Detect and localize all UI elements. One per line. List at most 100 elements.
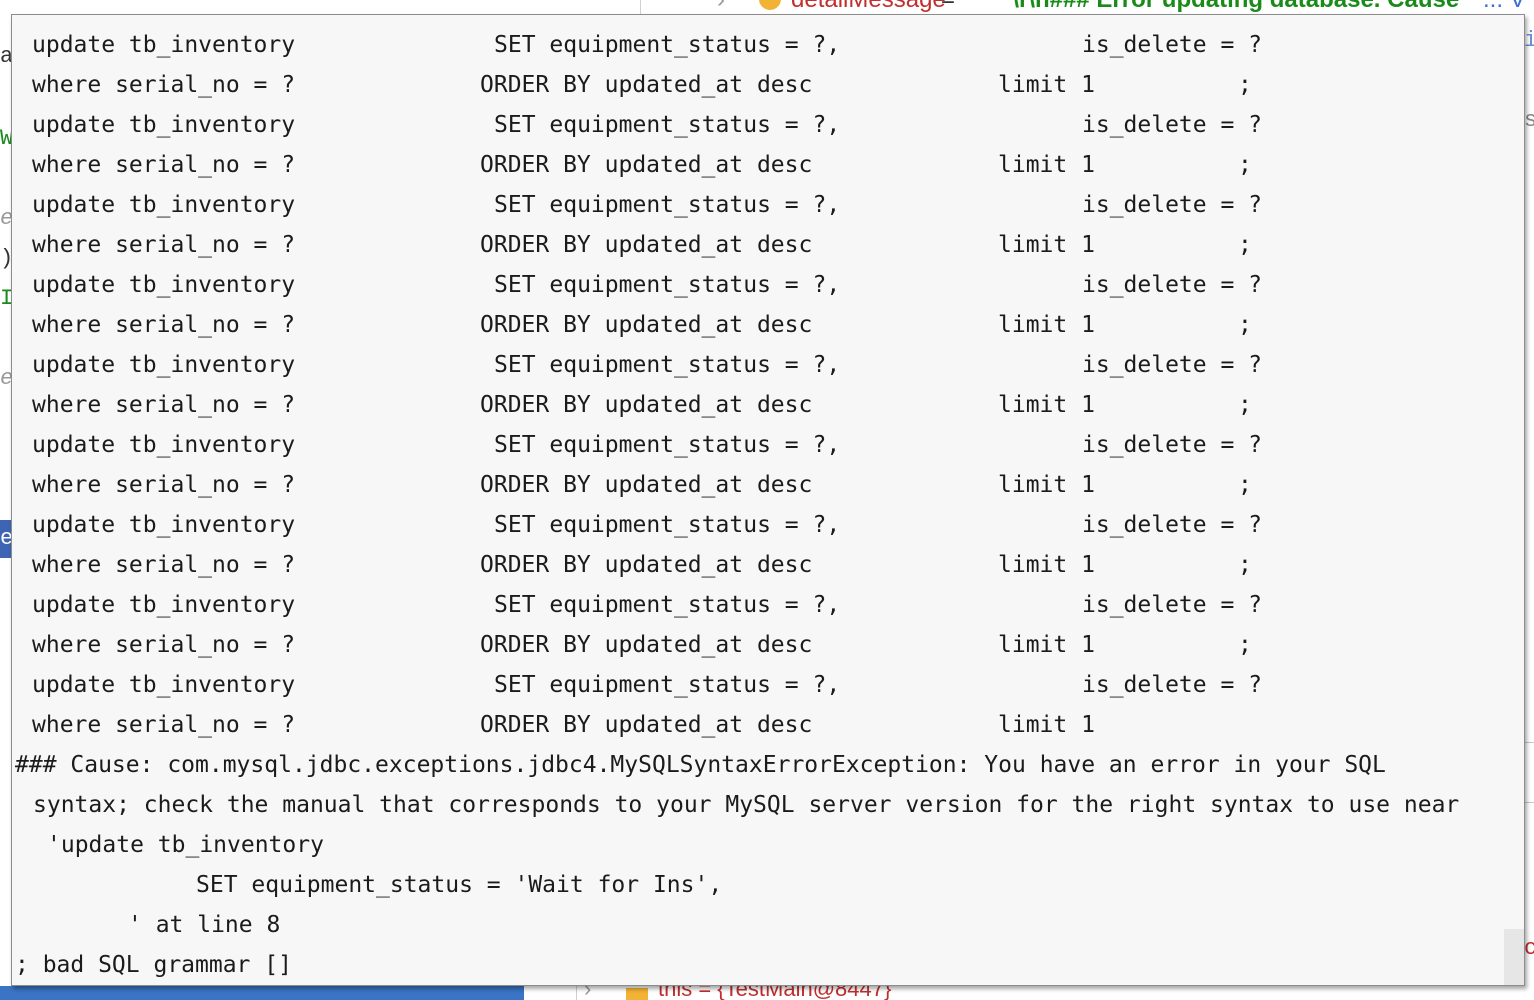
semicolon: ; [1238, 392, 1252, 418]
where-clause: where serial_no = ? [32, 632, 296, 658]
sql-update-line: update tb_inventory SET equipment_status … [12, 585, 1524, 625]
update-clause: update tb_inventory [32, 432, 296, 458]
variable-icon [626, 988, 648, 1000]
semicolon: ; [1238, 552, 1252, 578]
gutter-char: c [1524, 936, 1534, 961]
limit-clause: limit 1 [998, 392, 1095, 418]
panel-divider [1524, 742, 1534, 743]
semicolon: ; [1238, 312, 1252, 338]
cause-text: SET equipment_status = 'Wait for Ins', [196, 872, 723, 898]
cause-text: ### Cause: com.mysql.jdbc.exceptions.jdb… [15, 752, 1386, 778]
cause-line: syntax; check the manual that correspond… [12, 785, 1524, 825]
gutter-char: ie [1524, 28, 1534, 53]
sql-where-line: where serial_no = ? ORDER BY updated_at d… [12, 625, 1524, 665]
cause-text: syntax; check the manual that correspond… [33, 792, 1460, 818]
set-clause: SET equipment_status = ?, [494, 672, 841, 698]
expand-chevron-icon[interactable]: › [717, 0, 725, 12]
sql-where-line: where serial_no = ? ORDER BY updated_at d… [12, 305, 1524, 345]
variable-value: "\r\n### Error updating database. Cause [1001, 0, 1459, 12]
set-clause: SET equipment_status = ?, [494, 592, 841, 618]
update-clause: update tb_inventory [32, 672, 296, 698]
gutter-char: s [1524, 108, 1534, 133]
is-delete-clause: is_delete = ? [1082, 192, 1263, 218]
is-delete-clause: is_delete = ? [1082, 272, 1263, 298]
update-clause: update tb_inventory [32, 352, 296, 378]
where-clause: where serial_no = ? [32, 152, 296, 178]
is-delete-clause: is_delete = ? [1082, 32, 1263, 58]
expand-chevron-icon[interactable]: › [584, 986, 591, 1000]
is-delete-clause: is_delete = ? [1082, 352, 1263, 378]
sql-where-line: where serial_no = ? ORDER BY updated_at d… [12, 545, 1524, 585]
semicolon: ; [1238, 152, 1252, 178]
sql-update-line: update tb_inventory SET equipment_status … [12, 185, 1524, 225]
order-by-clause: ORDER BY updated_at desc [480, 552, 813, 578]
order-by-clause: ORDER BY updated_at desc [480, 472, 813, 498]
cause-text: ; bad SQL grammar [] [15, 952, 292, 978]
popup-scrollbar-thumb[interactable] [1504, 929, 1524, 985]
set-clause: SET equipment_status = ?, [494, 432, 841, 458]
semicolon: ; [1238, 632, 1252, 658]
limit-clause: limit 1 [998, 72, 1095, 98]
set-clause: SET equipment_status = ?, [494, 192, 841, 218]
variable-equals: = [941, 0, 955, 12]
sql-where-line: where serial_no = ? ORDER BY updated_at d… [12, 705, 1524, 745]
semicolon: ; [1238, 472, 1252, 498]
where-clause: where serial_no = ? [32, 312, 296, 338]
set-clause: SET equipment_status = ?, [494, 32, 841, 58]
limit-clause: limit 1 [998, 472, 1095, 498]
sql-where-line: where serial_no = ? ORDER BY updated_at d… [12, 225, 1524, 265]
order-by-clause: ORDER BY updated_at desc [480, 72, 813, 98]
set-clause: SET equipment_status = ?, [494, 272, 841, 298]
variable-this[interactable]: this = {TestMain@8447} [658, 986, 891, 1000]
limit-clause: limit 1 [998, 312, 1095, 338]
update-clause: update tb_inventory [32, 112, 296, 138]
set-clause: SET equipment_status = ?, [494, 112, 841, 138]
order-by-clause: ORDER BY updated_at desc [480, 632, 813, 658]
where-clause: where serial_no = ? [32, 712, 296, 738]
cause-line: ; bad SQL grammar [] [12, 945, 1524, 985]
panel-divider [1524, 802, 1534, 803]
cause-text: ' at line 8 [128, 912, 281, 938]
set-clause: SET equipment_status = ?, [494, 352, 841, 378]
cause-line: SET equipment_status = 'Wait for Ins', [12, 865, 1524, 905]
limit-clause: limit 1 [998, 632, 1095, 658]
cause-line: 'update tb_inventory [12, 825, 1524, 865]
cause-line: ### Cause: com.mysql.jdbc.exceptions.jdb… [12, 745, 1524, 785]
is-delete-clause: is_delete = ? [1082, 432, 1263, 458]
sql-where-line: where serial_no = ? ORDER BY updated_at d… [12, 145, 1524, 185]
editor-right-edge: ie s c [1524, 0, 1534, 1000]
selected-frame-highlight[interactable] [0, 986, 524, 1000]
limit-clause: limit 1 [998, 232, 1095, 258]
update-clause: update tb_inventory [32, 512, 296, 538]
order-by-clause: ORDER BY updated_at desc [480, 312, 813, 338]
cause-text: 'update tb_inventory [47, 832, 324, 858]
semicolon: ; [1238, 232, 1252, 258]
sql-where-line: where serial_no = ? ORDER BY updated_at d… [12, 465, 1524, 505]
is-delete-clause: is_delete = ? [1082, 112, 1263, 138]
order-by-clause: ORDER BY updated_at desc [480, 232, 813, 258]
panel-separator [576, 986, 577, 1000]
is-delete-clause: is_delete = ? [1082, 672, 1263, 698]
set-clause: SET equipment_status = ?, [494, 512, 841, 538]
is-delete-clause: is_delete = ? [1082, 592, 1263, 618]
sql-update-line: update tb_inventory SET equipment_status … [12, 105, 1524, 145]
sql-update-line: update tb_inventory SET equipment_status … [12, 25, 1524, 65]
sql-where-line: where serial_no = ? ORDER BY updated_at d… [12, 65, 1524, 105]
sql-update-line: update tb_inventory SET equipment_status … [12, 345, 1524, 385]
where-clause: where serial_no = ? [32, 472, 296, 498]
where-clause: where serial_no = ? [32, 392, 296, 418]
where-clause: where serial_no = ? [32, 72, 296, 98]
limit-clause: limit 1 [998, 552, 1095, 578]
variable-name: detailMessage [791, 0, 946, 12]
sql-where-line: where serial_no = ? ORDER BY updated_at d… [12, 385, 1524, 425]
value-tooltip-popup[interactable]: update tb_inventory SET equipment_status … [11, 14, 1525, 986]
order-by-clause: ORDER BY updated_at desc [480, 152, 813, 178]
update-clause: update tb_inventory [32, 32, 296, 58]
order-by-clause: ORDER BY updated_at desc [480, 392, 813, 418]
limit-clause: limit 1 [998, 712, 1095, 738]
debugger-variable-row[interactable]: › detailMessage = "\r\n### Error updatin… [640, 0, 1534, 14]
sql-update-line: update tb_inventory SET equipment_status … [12, 665, 1524, 705]
sql-update-line: update tb_inventory SET equipment_status … [12, 425, 1524, 465]
is-delete-clause: is_delete = ? [1082, 512, 1263, 538]
where-clause: where serial_no = ? [32, 552, 296, 578]
